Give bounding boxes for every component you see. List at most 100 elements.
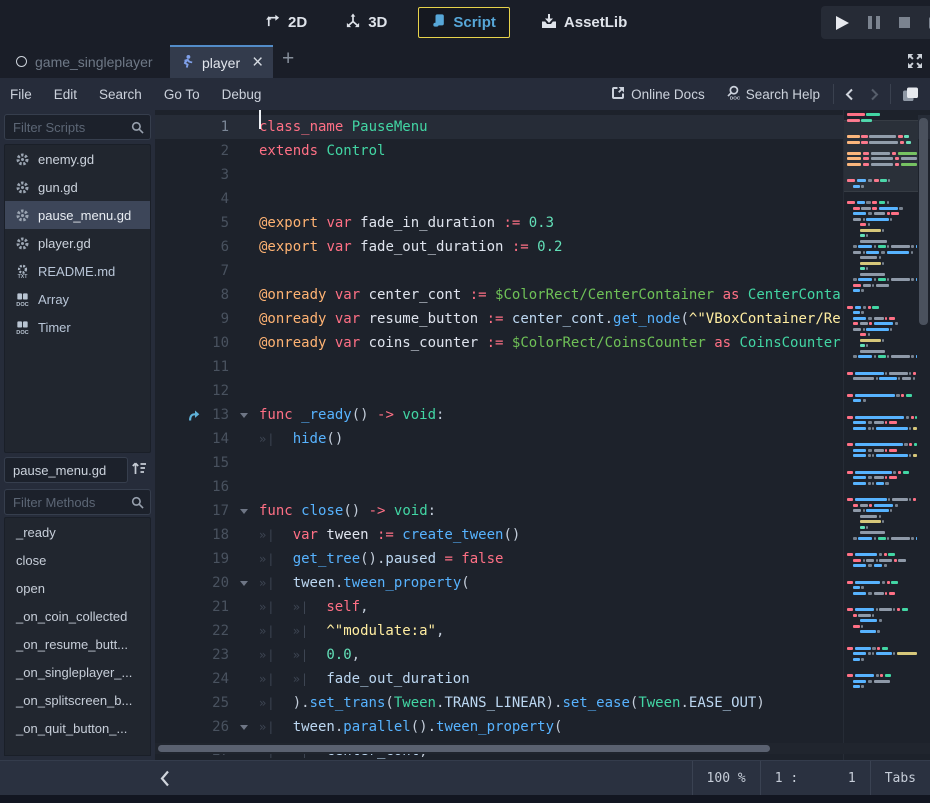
distraction-free-icon[interactable] [907,53,923,74]
line-number[interactable]: 17 [203,503,229,519]
line-number[interactable]: 26 [203,719,229,735]
pause-button[interactable] [868,16,880,29]
collapse-sidebar-icon[interactable] [160,770,170,792]
scene-tab-game-singleplayer[interactable]: game_singleplayer [6,45,163,78]
sort-methods-icon[interactable] [131,461,147,476]
code-line[interactable]: 21»|»|self, [155,595,930,619]
code-line[interactable]: 5@export var fade_in_duration := 0.3 [155,211,930,235]
code-line[interactable]: 23»|»|0.0, [155,643,930,667]
zoom-level[interactable]: 100 % [692,761,760,796]
line-number[interactable]: 23 [203,647,229,663]
line-number[interactable]: 25 [203,695,229,711]
code-line[interactable]: 11 [155,355,930,379]
code-line[interactable]: 2extends Control [155,139,930,163]
play-button[interactable] [836,16,849,30]
code-line[interactable]: 24»|»|fade_out_duration [155,667,930,691]
code-line[interactable]: 14»|hide() [155,427,930,451]
minimap-viewport[interactable] [844,120,918,192]
workspace-script-button[interactable]: Script [418,7,510,38]
code-line[interactable]: 13func _ready() -> void: [155,403,930,427]
indent-mode[interactable]: Tabs [870,761,930,796]
filter-methods-input[interactable] [5,495,131,510]
fold-arrow-icon[interactable] [229,725,259,730]
line-number[interactable]: 11 [203,359,229,375]
menu-debug[interactable]: Debug [211,87,273,102]
horizontal-scrollbar-thumb[interactable] [158,745,770,752]
script-list-item[interactable]: pause_menu.gd [5,201,150,229]
line-number[interactable]: 8 [203,287,229,303]
code-line[interactable]: 25»|).set_trans(Tween.TRANS_LINEAR).set_… [155,691,930,715]
code-line[interactable]: 20»|tween.tween_property( [155,571,930,595]
line-number[interactable]: 15 [203,455,229,471]
line-number[interactable]: 6 [203,239,229,255]
code-line[interactable]: 12 [155,379,930,403]
code-minimap[interactable] [843,110,918,760]
script-list-item[interactable]: enemy.gd [5,145,150,173]
fold-arrow-icon[interactable] [229,581,259,586]
code-line[interactable]: 4 [155,187,930,211]
menu-file[interactable]: File [0,87,43,102]
line-number[interactable]: 7 [203,263,229,279]
method-list-item[interactable]: _on_splitscreen_b... [5,686,150,714]
code-line[interactable]: 18»|var tween := create_tween() [155,523,930,547]
line-number[interactable]: 2 [203,143,229,159]
code-line[interactable]: 17func close() -> void: [155,499,930,523]
history-forward-button[interactable] [865,86,884,103]
code-line[interactable]: 22»|»|^"modulate:a", [155,619,930,643]
fold-arrow-icon[interactable] [229,413,259,418]
line-number[interactable]: 12 [203,383,229,399]
history-back-button[interactable] [840,86,859,103]
code-line[interactable]: 16 [155,475,930,499]
workspace-assetlib-button[interactable]: AssetLib [534,7,634,39]
line-number[interactable]: 5 [203,215,229,231]
workspace-2d-button[interactable]: 2D [258,7,314,39]
line-number[interactable]: 22 [203,623,229,639]
horizontal-scrollbar-track[interactable] [155,743,930,754]
line-number[interactable]: 4 [203,191,229,207]
line-number[interactable]: 10 [203,335,229,351]
line-number[interactable]: 19 [203,551,229,567]
menu-search[interactable]: Search [88,87,153,102]
online-docs-button[interactable]: Online Docs [604,86,712,103]
scene-tab-player[interactable]: player × [170,45,273,78]
line-number[interactable]: 13 [203,407,229,423]
vertical-scrollbar[interactable] [919,118,928,325]
method-list-item[interactable]: _ready [5,518,150,546]
menu-goto[interactable]: Go To [153,87,211,102]
new-scene-tab-button[interactable]: + [282,47,294,71]
code-line[interactable]: 15 [155,451,930,475]
code-line[interactable]: 1class_name PauseMenu [155,115,930,139]
method-list-item[interactable]: _on_coin_collected [5,602,150,630]
line-number[interactable]: 16 [203,479,229,495]
stop-button[interactable] [899,17,910,28]
method-list-item[interactable]: _on_quit_button_... [5,714,150,742]
line-number[interactable]: 14 [203,431,229,447]
code-line[interactable]: 6@export var fade_out_duration := 0.2 [155,235,930,259]
code-line[interactable]: 26»|tween.parallel().tween_property( [155,715,930,739]
method-list-item[interactable]: open [5,574,150,602]
line-number[interactable]: 24 [203,671,229,687]
script-list-item[interactable]: player.gd [5,229,150,257]
search-help-button[interactable]: DOC Search Help [718,85,827,103]
script-list-item[interactable]: DOCTimer [5,313,150,341]
method-list-item[interactable]: _on_resume_butt... [5,630,150,658]
fold-arrow-icon[interactable] [229,509,259,514]
script-list-item[interactable]: gun.gd [5,173,150,201]
code-line[interactable]: 3 [155,163,930,187]
code-line[interactable]: 10@onready var coins_counter := $ColorRe… [155,331,930,355]
code-editor[interactable]: 1class_name PauseMenu2extends Control3 4 5… [155,110,930,760]
line-number[interactable]: 18 [203,527,229,543]
line-number[interactable]: 21 [203,599,229,615]
script-list-item[interactable]: TXTREADME.md [5,257,150,285]
method-list-item[interactable]: _on_singleplayer_... [5,658,150,686]
code-line[interactable]: 8@onready var center_cont := $ColorRect/… [155,283,930,307]
close-icon[interactable]: × [252,56,263,70]
make-floating-button[interactable] [897,85,924,104]
line-number[interactable]: 9 [203,311,229,327]
line-number[interactable]: 20 [203,575,229,591]
code-line[interactable]: 19»|get_tree().paused = false [155,547,930,571]
code-line[interactable]: 7 [155,259,930,283]
script-list-item[interactable]: DOCArray [5,285,150,313]
code-line[interactable]: 9@onready var resume_button := center_co… [155,307,930,331]
workspace-3d-button[interactable]: 3D [338,7,394,39]
